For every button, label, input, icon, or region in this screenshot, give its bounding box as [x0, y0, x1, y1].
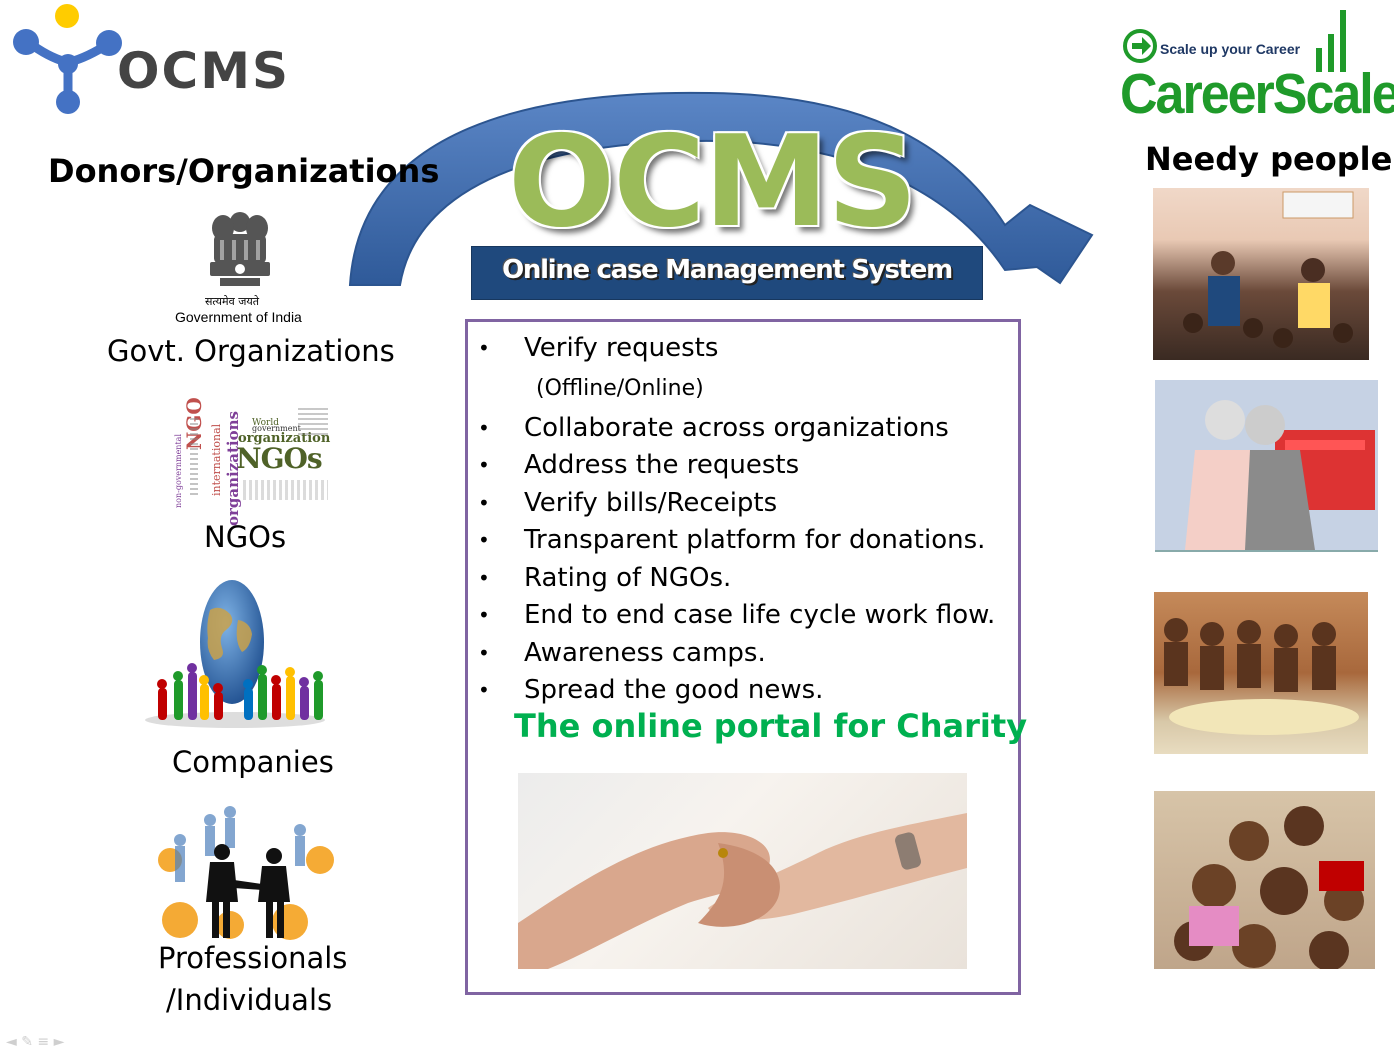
helping-hands-photo — [518, 773, 967, 969]
donors-heading: Donors/Organizations — [48, 152, 440, 190]
careerscale-logo: Scale up your Career CareerScale — [1118, 6, 1394, 126]
needy-photo-smiling-children — [1154, 791, 1375, 969]
list-item: • Transparent platform for donations. — [478, 525, 986, 555]
right-arrow-circle-icon — [1123, 29, 1157, 63]
needy-heading: Needy people — [1145, 140, 1393, 178]
list-item: • Awareness camps. — [478, 637, 766, 668]
list-item: • Collaborate across organizations — [478, 412, 949, 443]
main-title: OCMS — [508, 108, 918, 255]
prev-slide-icon[interactable]: ◄ — [6, 1034, 17, 1050]
menu-icon[interactable]: ≡ — [37, 1034, 49, 1050]
cloud-word: organizations — [224, 411, 242, 526]
cloud-word: non-governmental — [174, 433, 183, 508]
list-item: • Verify bills/Receipts — [478, 487, 778, 518]
cloud-word: government — [252, 424, 301, 433]
ngo-word-cloud: NGO NGOs organization international non-… — [168, 397, 333, 528]
charity-tagline: The online portal for Charity — [514, 707, 1028, 745]
list-item: • Verify requests — [478, 333, 719, 363]
careerscale-name: CareerScale — [1120, 63, 1394, 126]
state-emblem-icon — [210, 212, 270, 286]
category-companies: Companies — [172, 745, 334, 779]
category-individuals: /Individuals — [166, 983, 333, 1017]
handshake-icon — [158, 806, 334, 940]
cloud-word: NGOs — [236, 442, 323, 475]
subtitle-text: Online case Management System — [502, 255, 953, 285]
list-item: • Spread the good news. — [478, 675, 824, 705]
feature-list: • Verify requests (Offline/Online) • Colla… — [478, 330, 995, 710]
list-item: • Address the requests — [478, 450, 800, 480]
next-slide-icon[interactable]: ► — [54, 1034, 65, 1050]
subtitle-banner: Online case Management System — [471, 246, 983, 300]
careerscale-tagline: Scale up your Career — [1160, 41, 1301, 57]
needy-photo-elderly — [1155, 380, 1378, 552]
pen-icon[interactable]: ✎ — [21, 1034, 33, 1050]
category-govt: Govt. Organizations — [107, 334, 395, 368]
category-ngos: NGOs — [204, 520, 287, 554]
list-item: • End to end case life cycle work flow. — [478, 600, 996, 630]
slide-nav-controls[interactable]: ◄ ✎ ≡ ► — [6, 1034, 64, 1050]
globe-icon — [145, 580, 325, 728]
needy-photo-children-eating — [1154, 592, 1368, 754]
network-logo-icon — [13, 4, 122, 114]
emblem-caption: Government of India — [175, 309, 302, 325]
emblem-motto: सत्यमेव जयते — [205, 295, 260, 308]
needy-photo-classroom — [1153, 188, 1369, 360]
category-professionals: Professionals — [158, 941, 348, 975]
cloud-word: international — [210, 423, 223, 496]
ocms-logo-text: OCMS — [117, 42, 290, 100]
list-item: (Offline/Online) — [536, 375, 704, 401]
list-item: • Rating of NGOs. — [478, 562, 732, 593]
